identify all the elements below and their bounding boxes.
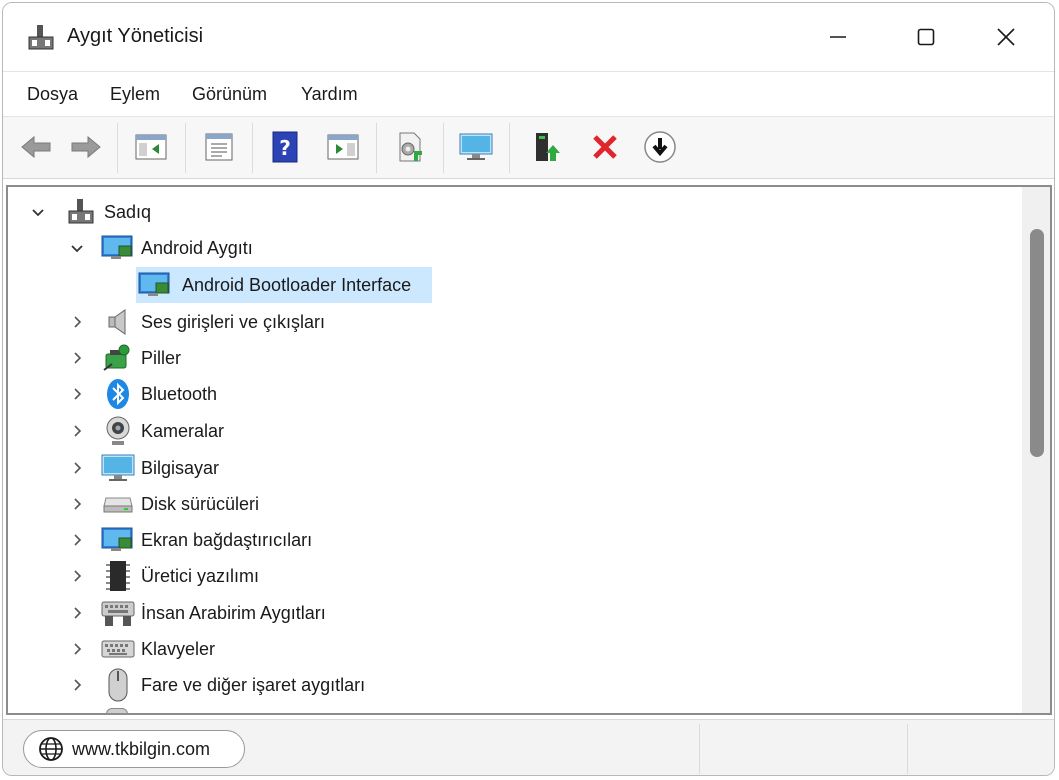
tree-category-label: Fare ve diğer işaret aygıtları — [141, 674, 366, 695]
chevron-right-icon[interactable] — [69, 314, 85, 330]
menu-eylem[interactable]: Eylem — [110, 84, 160, 105]
url-text: www.tkbilgin.com — [72, 738, 211, 759]
svg-text:?: ? — [279, 136, 291, 160]
toolbar-separator — [252, 123, 253, 173]
tree-category-label: Ses girişleri ve çıkışları — [141, 311, 326, 332]
toolbar-separator — [509, 123, 510, 173]
toolbar-separator — [443, 123, 444, 173]
tree-category-audio[interactable]: Ses girişleri ve çıkışları — [69, 305, 325, 339]
tree-category-label: İnsan Arabirim Aygıtları — [141, 602, 326, 623]
android-device-icon — [101, 233, 135, 263]
scan-hardware-changes-icon[interactable] — [391, 128, 429, 166]
chevron-down-icon[interactable] — [30, 204, 46, 220]
chevron-down-icon[interactable] — [69, 240, 85, 256]
partial-row-icon — [106, 708, 128, 713]
menu-yardim[interactable]: Yardım — [301, 84, 358, 105]
properties-icon[interactable] — [200, 128, 238, 166]
maximize-button[interactable] — [903, 17, 949, 57]
display-adapter-icon — [101, 525, 135, 555]
show-action-pane-icon[interactable] — [324, 128, 362, 166]
tree-category-label: Kameralar — [141, 420, 225, 441]
chevron-right-icon[interactable] — [69, 568, 85, 584]
monitor-icon — [101, 453, 135, 483]
tree-category-firmware[interactable]: Üretici yazılımı — [69, 559, 259, 593]
minimize-button[interactable] — [815, 17, 861, 57]
tree-device-label: Android Bootloader Interface — [182, 274, 412, 295]
chevron-right-icon[interactable] — [69, 350, 85, 366]
tree-category-label: Ekran bağdaştırıcıları — [141, 529, 313, 550]
tree-category-label: Üretici yazılımı — [141, 565, 260, 586]
computer-tower-icon — [64, 197, 98, 227]
vertical-scrollbar[interactable] — [1022, 187, 1050, 713]
tree-category-disk-drives[interactable]: Disk sürücüleri — [69, 487, 259, 521]
tree-category-computer[interactable]: Bilgisayar — [69, 451, 219, 485]
show-hide-console-tree-icon[interactable] — [132, 128, 170, 166]
mouse-icon — [101, 668, 135, 702]
tree-category-label: Bluetooth — [141, 383, 218, 404]
device-manager-window: Aygıt Yöneticisi Dosya Eylem Görünüm Yar… — [2, 2, 1055, 776]
chevron-right-icon[interactable] — [69, 460, 85, 476]
status-separator — [699, 724, 700, 774]
tree-root-item[interactable]: Sadıq — [30, 195, 151, 229]
keyboard-icon — [101, 634, 135, 664]
tree-category-batteries[interactable]: Piller — [69, 341, 181, 375]
update-driver-icon[interactable] — [527, 128, 565, 166]
status-separator — [907, 724, 908, 774]
bluetooth-icon — [101, 379, 135, 409]
webcam-icon — [101, 416, 135, 446]
tree-category-label: Android Aygıtı — [141, 237, 253, 258]
tree-category-hid[interactable]: İnsan Arabirim Aygıtları — [69, 596, 326, 630]
window-title: Aygıt Yöneticisi — [67, 25, 204, 47]
chevron-right-icon[interactable] — [69, 605, 85, 621]
tree-category-display-adapters[interactable]: Ekran bağdaştırıcıları — [69, 523, 312, 557]
display-icon[interactable] — [457, 128, 495, 166]
chevron-right-icon[interactable] — [69, 496, 85, 512]
chevron-right-icon[interactable] — [69, 532, 85, 548]
menu-gorunum[interactable]: Görünüm — [192, 84, 267, 105]
forward-arrow-icon[interactable] — [67, 128, 105, 166]
device-manager-app-icon — [27, 23, 55, 53]
chip-icon — [101, 561, 135, 591]
toolbar-separator — [376, 123, 377, 173]
url-badge[interactable]: www.tkbilgin.com — [23, 730, 245, 768]
tree-category-label: Piller — [141, 347, 182, 368]
tree-category-label: Disk sürücüleri — [141, 493, 260, 514]
keyboard-mouse-icon — [101, 598, 135, 628]
back-arrow-icon[interactable] — [17, 128, 55, 166]
title-bar: Aygıt Yöneticisi — [3, 3, 1054, 71]
help-icon[interactable]: ? — [266, 128, 304, 166]
tree-category-cameras[interactable]: Kameralar — [69, 414, 224, 448]
menu-bar: Dosya Eylem Görünüm Yardım — [3, 71, 1054, 117]
disk-drive-icon — [101, 489, 135, 519]
scrollbar-thumb[interactable] — [1030, 229, 1044, 457]
toolbar-separator — [117, 123, 118, 173]
speaker-icon — [101, 307, 135, 337]
status-bar: www.tkbilgin.com — [3, 719, 1054, 775]
toolbar-separator — [185, 123, 186, 173]
disable-device-icon[interactable] — [641, 128, 679, 166]
device-tree: Sadıq Android Aygıtı Android Bootloader … — [6, 185, 1052, 715]
chevron-right-icon[interactable] — [69, 641, 85, 657]
tree-device-android-bootloader[interactable]: Android Bootloader Interface — [136, 267, 432, 303]
chevron-right-icon[interactable] — [69, 386, 85, 402]
tree-category-android[interactable]: Android Aygıtı — [69, 231, 253, 265]
chevron-right-icon[interactable] — [69, 677, 85, 693]
chevron-right-icon[interactable] — [69, 423, 85, 439]
menu-dosya[interactable]: Dosya — [27, 84, 78, 105]
tree-category-bluetooth[interactable]: Bluetooth — [69, 377, 217, 411]
android-device-icon — [138, 270, 172, 300]
toolbar: ? — [3, 117, 1054, 179]
tree-category-mice[interactable]: Fare ve diğer işaret aygıtları — [69, 668, 365, 702]
tree-category-label: Bilgisayar — [141, 457, 220, 478]
battery-icon — [101, 343, 135, 373]
globe-icon — [38, 736, 64, 762]
close-button[interactable] — [983, 17, 1029, 57]
tree-category-keyboards[interactable]: Klavyeler — [69, 632, 215, 666]
tree-category-label: Klavyeler — [141, 638, 216, 659]
uninstall-device-icon[interactable] — [586, 128, 624, 166]
tree-root-label: Sadıq — [104, 201, 152, 222]
